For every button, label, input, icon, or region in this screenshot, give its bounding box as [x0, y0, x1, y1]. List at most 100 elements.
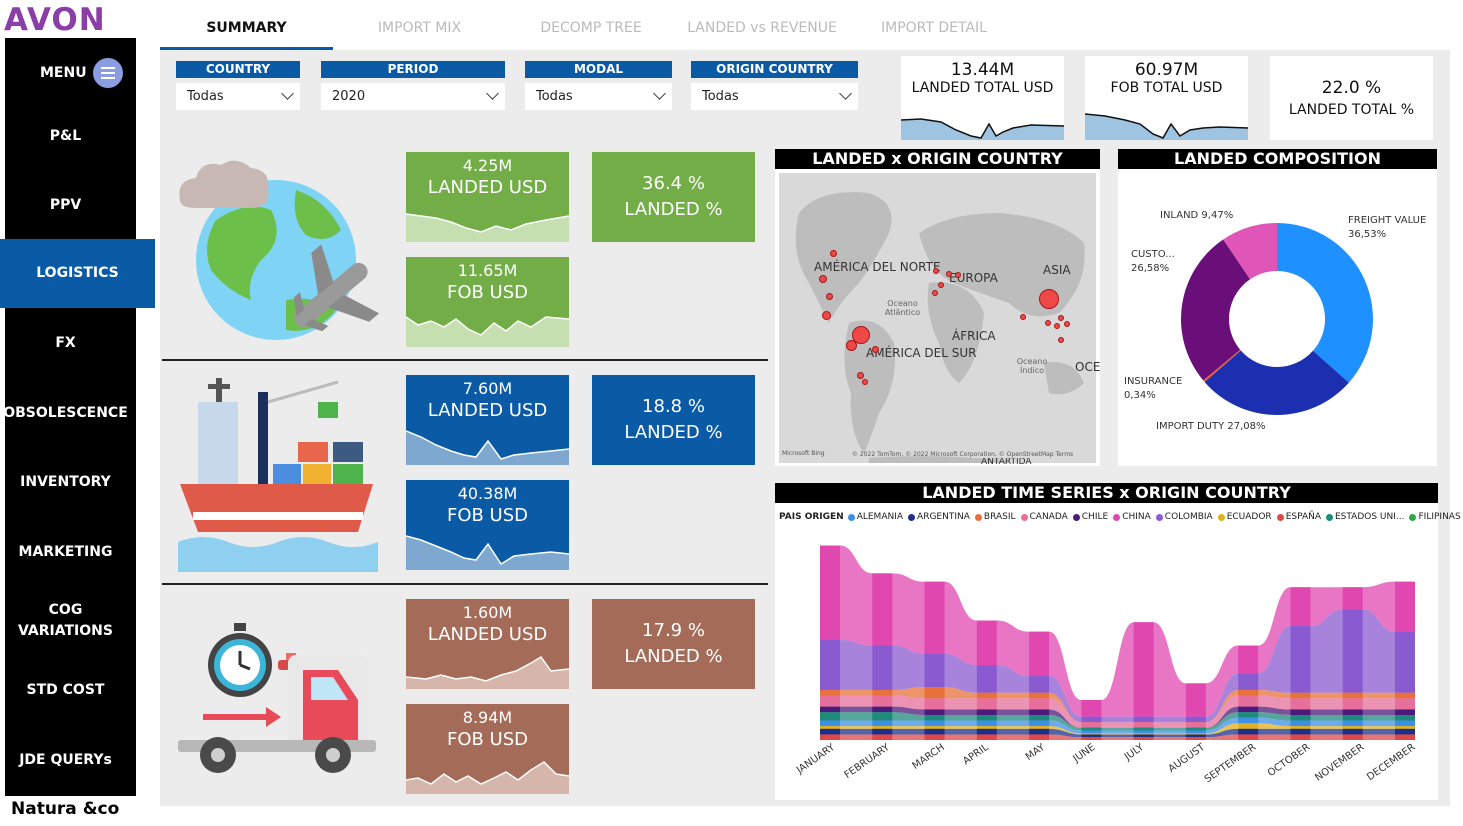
tab-landed-vs-revenue[interactable]: LANDED vs REVENUE: [676, 10, 848, 50]
ribbon-bar-segment[interactable]: [1342, 715, 1363, 721]
ribbon-bar-segment[interactable]: [872, 728, 893, 735]
map-bubble[interactable]: [933, 268, 939, 274]
ribbon-bar-segment[interactable]: [1081, 730, 1102, 734]
ribbon-bar-segment[interactable]: [1133, 622, 1154, 717]
ribbon-bar-segment[interactable]: [924, 687, 945, 699]
ribbon-bar-segment[interactable]: [1133, 722, 1154, 728]
sidebar-item-inventory[interactable]: INVENTORY: [0, 465, 131, 499]
ribbon-bar-segment[interactable]: [872, 720, 893, 727]
tab-summary[interactable]: SUMMARY: [160, 10, 333, 50]
legend-item[interactable]: ECUADOR: [1217, 512, 1272, 522]
ribbon-bar-segment[interactable]: [1395, 709, 1415, 715]
ribbon-bar-segment[interactable]: [872, 734, 893, 740]
modal-dropdown[interactable]: Todas: [525, 83, 672, 110]
ribbon-bar-segment[interactable]: [1029, 728, 1050, 735]
map-bubble[interactable]: [938, 282, 944, 288]
tab-decomp-tree[interactable]: DECOMP TREE: [506, 10, 676, 50]
ribbon-bar-segment[interactable]: [1029, 709, 1050, 715]
ribbon-bar-segment[interactable]: [872, 573, 893, 646]
legend-item[interactable]: ESPAÑA: [1276, 512, 1321, 522]
ribbon-bar-segment[interactable]: [924, 728, 945, 735]
ribbon-bar-segment[interactable]: [1395, 726, 1415, 729]
ribbon-bar-segment[interactable]: [1029, 726, 1050, 729]
ribbon-bar-segment[interactable]: [872, 695, 893, 707]
ribbon-bar-segment[interactable]: [1238, 712, 1259, 718]
tab-import-mix[interactable]: IMPORT MIX: [333, 10, 506, 50]
legend-item[interactable]: ESTADOS UNI...: [1325, 512, 1404, 522]
ribbon-bar-segment[interactable]: [1238, 717, 1259, 724]
ribbon-bar-segment[interactable]: [820, 706, 840, 713]
tab-import-detail[interactable]: IMPORT DETAIL: [848, 10, 1020, 50]
ribbon-bar-segment[interactable]: [1238, 673, 1259, 690]
map-bubble[interactable]: [1058, 315, 1064, 321]
ribbon-bar-segment[interactable]: [1290, 734, 1311, 740]
map-bubble[interactable]: [857, 372, 864, 379]
ribbon-bar-segment[interactable]: [1290, 728, 1311, 735]
map-bubble[interactable]: [1045, 320, 1051, 326]
sidebar-item-p-l[interactable]: P&L: [0, 119, 131, 153]
period-dropdown[interactable]: 2020: [321, 83, 505, 110]
legend-item[interactable]: ALEMANIA: [847, 512, 903, 522]
ribbon-bar-segment[interactable]: [820, 545, 840, 640]
ribbon-bar-segment[interactable]: [1290, 709, 1311, 715]
ribbon-bar-segment[interactable]: [1290, 626, 1311, 693]
map-bubble[interactable]: [826, 293, 833, 300]
ribbon-bar-segment[interactable]: [1290, 720, 1311, 727]
ribbon-bar-segment[interactable]: [1238, 728, 1259, 735]
legend-item[interactable]: FILIPINAS: [1409, 512, 1461, 522]
ribbon-bar-segment[interactable]: [1342, 720, 1363, 727]
ribbon-bar-segment[interactable]: [872, 706, 893, 713]
ribbon-bar-segment[interactable]: [1238, 645, 1259, 674]
ribbon-bar-segment[interactable]: [872, 712, 893, 721]
ribbon-bar-segment[interactable]: [1081, 737, 1102, 740]
ribbon-bar-segment[interactable]: [1238, 734, 1259, 740]
map-bubble[interactable]: [819, 275, 827, 283]
ribbon-bar-segment[interactable]: [1133, 716, 1154, 723]
origin-country-dropdown[interactable]: Todas: [691, 83, 858, 110]
ribbon-bar-segment[interactable]: [1290, 715, 1311, 721]
ribbon-bar-segment[interactable]: [1342, 709, 1363, 715]
ribbon-bar-segment[interactable]: [1290, 587, 1311, 627]
ribbon-bar-segment[interactable]: [1238, 690, 1259, 696]
ribbon-bar-segment[interactable]: [976, 728, 997, 735]
map-bubble[interactable]: [955, 272, 961, 278]
ribbon-bar-segment[interactable]: [1185, 733, 1206, 735]
ribbon-bar-segment[interactable]: [820, 695, 840, 707]
ribbon-bar-segment[interactable]: [924, 709, 945, 715]
ribbon-bar-segment[interactable]: [924, 734, 945, 740]
ribbon-bar-segment[interactable]: [924, 653, 945, 688]
ribbon-bar-segment[interactable]: [1342, 734, 1363, 740]
legend-item[interactable]: BRASIL: [974, 512, 1016, 522]
sidebar-item-jde-querys[interactable]: JDE QUERYs: [0, 743, 131, 777]
map-bubble[interactable]: [946, 271, 952, 277]
sidebar-item-obsolescence[interactable]: OBSOLESCENCE: [0, 396, 131, 430]
ribbon-bar-segment[interactable]: [976, 720, 997, 727]
map-bubble[interactable]: [822, 311, 831, 320]
ribbon-bar-segment[interactable]: [976, 726, 997, 729]
ribbon-bar-segment[interactable]: [1395, 734, 1415, 740]
map-attribution[interactable]: © 2022 TomTom, © 2022 Microsoft Corporat…: [852, 451, 1073, 458]
ribbon-bar-segment[interactable]: [1185, 730, 1206, 734]
ribbon-bar-segment[interactable]: [924, 726, 945, 729]
map-bubble[interactable]: [1054, 323, 1060, 329]
ribbon-bar-segment[interactable]: [1081, 722, 1102, 728]
ribbon-bar-segment[interactable]: [1133, 727, 1154, 731]
sidebar-item-ppv[interactable]: PPV: [0, 188, 131, 222]
ribbon-bar-segment[interactable]: [1395, 692, 1415, 699]
sidebar-item-marketing[interactable]: MARKETING: [0, 535, 131, 569]
ribbon-bar-segment[interactable]: [1081, 733, 1102, 735]
timeseries-ribbon-chart[interactable]: [820, 540, 1415, 740]
ribbon-bar-segment[interactable]: [1029, 692, 1050, 699]
ribbon-bar-segment[interactable]: [1133, 733, 1154, 735]
map-bubble[interactable]: [1064, 321, 1070, 327]
map-bubble[interactable]: [932, 290, 938, 296]
legend-item[interactable]: ARGENTINA: [908, 512, 970, 522]
ribbon-bar-segment[interactable]: [924, 715, 945, 721]
ribbon-bar-segment[interactable]: [1290, 698, 1311, 710]
ribbon-bar-segment[interactable]: [1029, 734, 1050, 740]
ribbon-bar-segment[interactable]: [872, 690, 893, 696]
composition-donut-chart[interactable]: [1180, 222, 1374, 416]
country-dropdown[interactable]: Todas: [176, 83, 300, 110]
ribbon-bar-segment[interactable]: [1342, 726, 1363, 729]
ribbon-bar-segment[interactable]: [820, 728, 840, 735]
